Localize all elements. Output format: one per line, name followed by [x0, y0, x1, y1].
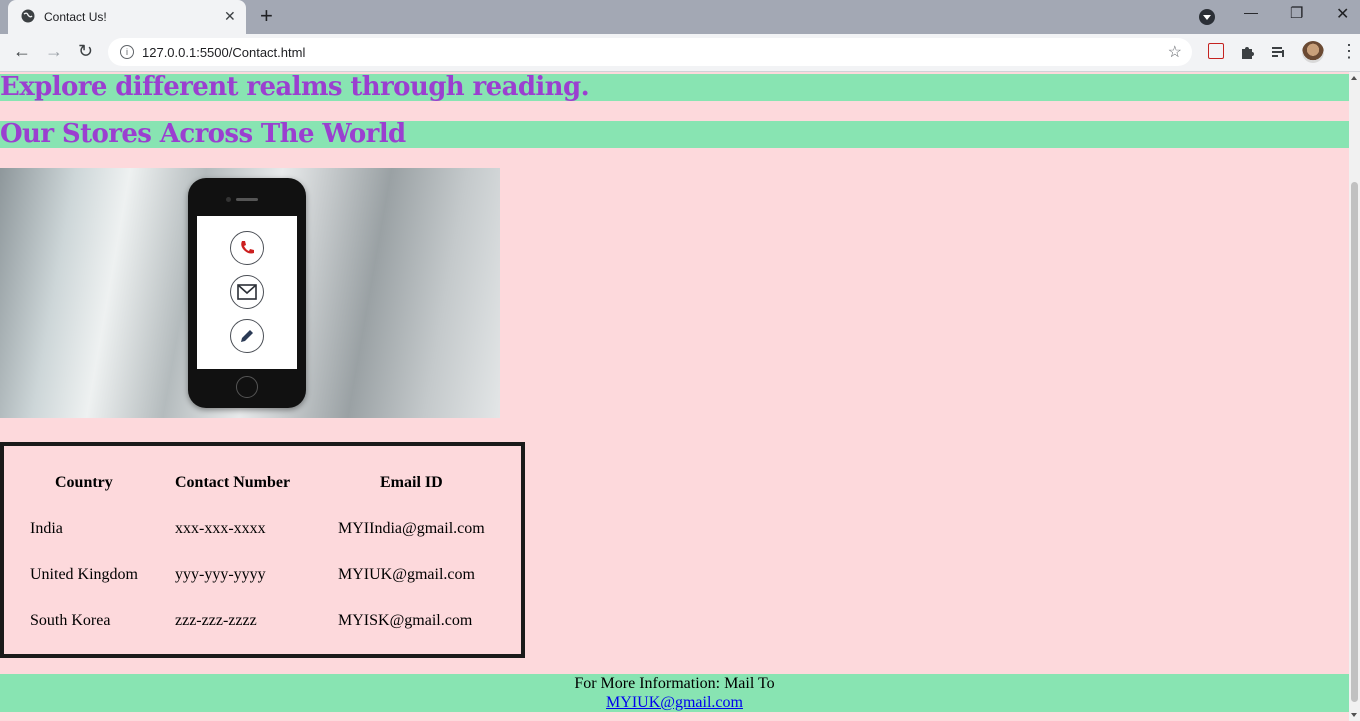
tab-title: Contact Us! [44, 10, 107, 24]
bookmark-star-icon[interactable]: ☆ [1168, 42, 1182, 62]
address-bar[interactable]: i 127.0.0.1:5500/Contact.html ☆ [108, 38, 1192, 66]
globe-icon [21, 9, 35, 23]
footer-email-link[interactable]: MYIUK@gmail.com [606, 694, 743, 711]
stores-heading: Our Stores Across The World [0, 121, 1349, 148]
table-cell: India [30, 520, 63, 537]
url-text[interactable]: 127.0.0.1:5500/Contact.html [142, 45, 305, 60]
table-cell: zzz-zzz-zzzz [175, 612, 257, 629]
back-button[interactable]: ← [13, 41, 31, 62]
camera-dot [226, 197, 231, 202]
table-cell: yyy-yyy-yyyy [175, 566, 266, 583]
reload-button[interactable]: ↻ [78, 41, 93, 62]
forward-button[interactable]: → [45, 41, 63, 62]
table-cell: South Korea [30, 612, 111, 629]
page-scrollbar[interactable] [1349, 72, 1360, 721]
table-cell: MYIUK@gmail.com [338, 566, 475, 583]
contact-table: Country Contact Number Email ID India xx… [0, 442, 525, 658]
phone-screen [197, 216, 297, 369]
phone-home-button [236, 376, 258, 398]
table-header: Email ID [380, 474, 443, 491]
table-cell: MYISK@gmail.com [338, 612, 473, 629]
site-info-icon[interactable]: i [120, 45, 134, 59]
extensions-puzzle-icon[interactable] [1240, 44, 1256, 60]
scroll-down-arrow[interactable] [1351, 713, 1357, 717]
table-cell: United Kingdom [30, 566, 138, 583]
scroll-thumb[interactable] [1351, 182, 1358, 702]
pencil-icon [230, 319, 264, 353]
table-header: Contact Number [175, 474, 291, 491]
browser-menu-icon[interactable]: ⋮ [1340, 41, 1358, 62]
phone-speaker [236, 198, 258, 201]
tab-search-icon[interactable] [1199, 9, 1215, 25]
profile-avatar[interactable] [1302, 41, 1324, 63]
table-header: Country [55, 474, 113, 491]
footer-text: For More Information: Mail To [574, 675, 775, 692]
browser-toolbar: ← → ↻ i 127.0.0.1:5500/Contact.html ☆ ⋮ [0, 34, 1360, 72]
pocket-extension-icon[interactable] [1208, 43, 1224, 59]
tab-strip: Contact Us! ✕ + — ❐ ✕ [0, 0, 1360, 34]
phone-icon [230, 231, 264, 265]
new-tab-button[interactable]: + [260, 3, 273, 29]
page-viewport: Explore different realms through reading… [0, 72, 1349, 721]
page-footer: For More Information: Mail To MYIUK@gmai… [0, 674, 1349, 712]
smartphone-illustration [188, 178, 306, 408]
tab-close-icon[interactable]: ✕ [224, 8, 236, 25]
window-close-button[interactable]: ✕ [1336, 4, 1349, 24]
media-queue-icon[interactable] [1271, 44, 1287, 60]
table-cell: MYIIndia@gmail.com [338, 520, 485, 537]
minimize-button[interactable]: — [1244, 4, 1258, 20]
table-cell: xxx-xxx-xxxx [175, 520, 266, 537]
browser-tab[interactable]: Contact Us! ✕ [8, 0, 246, 34]
mail-icon [230, 275, 264, 309]
restore-button[interactable]: ❐ [1290, 4, 1303, 22]
tagline-heading: Explore different realms through reading… [0, 74, 1349, 101]
scroll-up-arrow[interactable] [1351, 76, 1357, 80]
contact-hero-image [0, 168, 500, 418]
